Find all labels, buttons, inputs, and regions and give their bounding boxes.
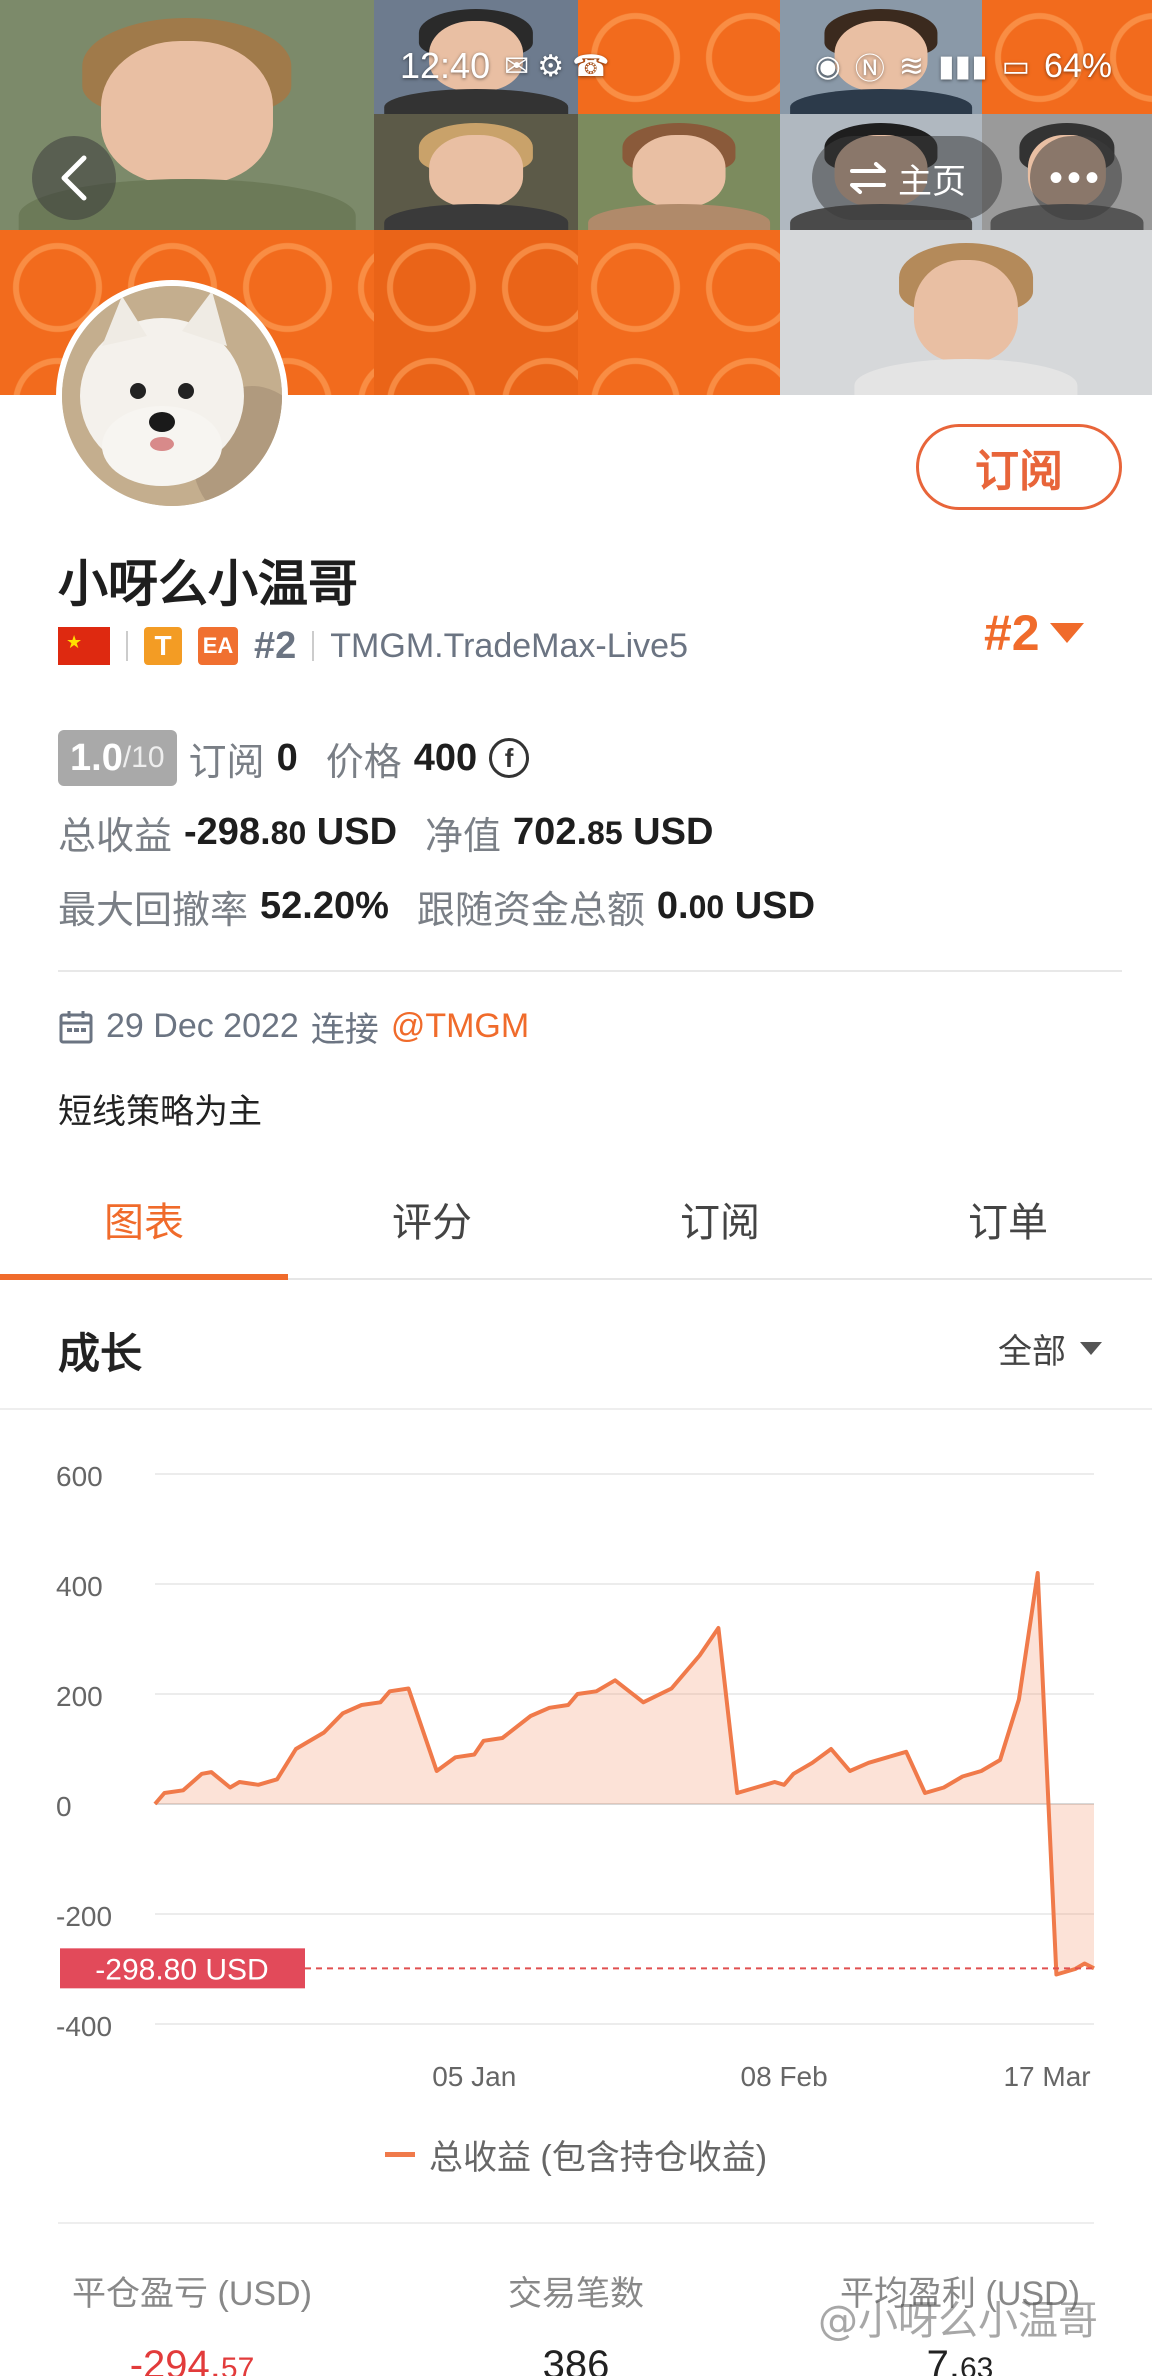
subscribe-button[interactable]: 订阅 bbox=[916, 424, 1122, 510]
price-label: 价格 bbox=[325, 741, 402, 784]
joined-text: 连接 bbox=[310, 1011, 379, 1049]
home-button-label: 主页 bbox=[898, 162, 966, 201]
x-tick-label: 05 Jan bbox=[432, 2061, 516, 2092]
score-badge: 1.0 /10 bbox=[58, 730, 177, 786]
profile-tags: ★ T EA #2 TMGM.TradeMax-Live5 bbox=[58, 618, 688, 674]
back-button[interactable] bbox=[32, 136, 116, 220]
y-tick-label: -200 bbox=[56, 1901, 112, 1932]
profile-name: 小呀么小温哥 bbox=[58, 556, 358, 612]
stats-panel: 1.0 /10 订阅 0 价格 400 f 总收益 -298.80 USD 净值… bbox=[58, 730, 1118, 952]
strategy-description: 短线策略为主 bbox=[58, 1093, 262, 1131]
subscribe-count: 0 bbox=[276, 736, 298, 779]
watermark: @小呀么小温哥 bbox=[818, 2298, 1098, 2344]
coin-icon: f bbox=[489, 738, 530, 778]
rank-value: #2 bbox=[984, 605, 1040, 661]
stat-value: -294.57 bbox=[129, 2343, 255, 2376]
growth-chart[interactable]: 600 400 200 0 -200 -400 05 Jan 08 Feb 17 Mar -298… bbox=[0, 1410, 1152, 2110]
drawdown-value: 52.20% bbox=[260, 884, 389, 927]
notification-icons: ✉⚙☎ bbox=[504, 49, 618, 83]
divider bbox=[126, 631, 128, 661]
stat-label: 平仓盈亏 (USD) bbox=[72, 2275, 312, 2313]
equity-label: 净值 bbox=[425, 815, 502, 858]
caret-down-icon bbox=[1049, 623, 1084, 643]
growth-section-header: 成长 全部 bbox=[0, 1282, 1152, 1410]
tab-rating[interactable]: 评分 bbox=[288, 1160, 576, 1278]
x-tick-label: 17 Mar bbox=[1003, 2061, 1090, 2092]
section-title: 成长 bbox=[58, 1330, 143, 1377]
divider bbox=[58, 970, 1122, 972]
joined-date: 29 Dec 2022 bbox=[106, 1007, 299, 1045]
legend-swatch bbox=[384, 2152, 415, 2157]
subscribe-count-label: 订阅 bbox=[188, 741, 265, 784]
tab-bar: 图表 评分 订阅 订单 bbox=[0, 1160, 1152, 1280]
y-tick-label: 400 bbox=[56, 1571, 103, 1602]
broker-link[interactable]: @TMGM bbox=[391, 1007, 529, 1046]
divider bbox=[58, 2222, 1094, 2224]
server-name: TMGM.TradeMax-Live5 bbox=[330, 626, 688, 665]
calendar-icon bbox=[59, 1010, 93, 1043]
rank-dropdown[interactable]: #2 bbox=[984, 604, 1084, 662]
cover-pattern bbox=[578, 230, 780, 395]
equity-value: 702.85 USD bbox=[513, 810, 714, 853]
china-flag-icon: ★ bbox=[58, 627, 110, 665]
joined-info: 29 Dec 2022 连接 @TMGM bbox=[58, 1002, 529, 1051]
total-profit-value: -298.80 USD bbox=[184, 810, 398, 853]
more-icon: ••• bbox=[1048, 155, 1103, 200]
x-tick-label: 08 Feb bbox=[741, 2061, 828, 2092]
follow-funds-value: 0.00 USD bbox=[656, 884, 816, 927]
battery-icon: ▭ bbox=[1001, 49, 1030, 83]
tab-subscription[interactable]: 订阅 bbox=[576, 1160, 864, 1278]
signal-icon: ▮▮▮ bbox=[938, 49, 988, 83]
score-value: 1.0 bbox=[70, 736, 123, 779]
dog-avatar-image bbox=[62, 286, 282, 506]
trade-count-stat: 交易笔数 386 bbox=[384, 2266, 768, 2376]
caret-down-icon bbox=[1080, 1342, 1102, 1355]
stat-label: 交易笔数 bbox=[508, 2275, 644, 2313]
rank-label: #2 bbox=[254, 624, 297, 667]
stat-value: 386 bbox=[542, 2343, 610, 2376]
score-max: /10 bbox=[122, 741, 165, 774]
avatar[interactable] bbox=[56, 280, 288, 512]
nfc-icon: Ⓝ bbox=[854, 53, 885, 86]
follow-funds-label: 跟随资金总额 bbox=[416, 889, 645, 932]
price-value: 400 bbox=[413, 736, 478, 779]
y-tick-label: -400 bbox=[56, 2011, 112, 2042]
status-bar: 12:40 ✉⚙☎ ◉ Ⓝ ≋ ▮▮▮ ▭ 64% bbox=[400, 44, 1112, 88]
total-profit-label: 总收益 bbox=[58, 815, 173, 858]
home-button[interactable]: 主页 bbox=[812, 136, 1002, 220]
range-select-value: 全部 bbox=[998, 1333, 1066, 1371]
closed-pnl-stat: 平仓盈亏 (USD) -294.57 bbox=[0, 2266, 384, 2376]
y-tick-label: 600 bbox=[56, 1461, 103, 1492]
tag-t-badge: T bbox=[144, 627, 182, 665]
stat-value: 7.63 bbox=[926, 2343, 994, 2376]
swap-icon bbox=[850, 162, 886, 194]
tab-orders[interactable]: 订单 bbox=[864, 1160, 1152, 1278]
status-time: 12:40 bbox=[400, 45, 491, 86]
more-button[interactable]: ••• bbox=[1030, 136, 1122, 220]
eye-icon: ◉ bbox=[814, 49, 841, 83]
wifi-icon: ≋ bbox=[898, 49, 925, 83]
cover-pattern bbox=[374, 230, 578, 395]
cover-photo bbox=[578, 114, 780, 230]
divider bbox=[312, 631, 315, 661]
legend-label: 总收益 (包含持仓收益) bbox=[428, 2139, 768, 2177]
current-value-label: -298.80 USD bbox=[95, 1953, 268, 1986]
chart-legend: 总收益 (包含持仓收益) bbox=[0, 2130, 1152, 2179]
cover-photo bbox=[780, 230, 1152, 395]
tag-ea-badge: EA bbox=[198, 627, 238, 665]
chevron-left-icon bbox=[61, 155, 87, 201]
battery-level: 64% bbox=[1043, 46, 1112, 85]
drawdown-label: 最大回撤率 bbox=[58, 889, 249, 932]
tab-chart[interactable]: 图表 bbox=[0, 1160, 288, 1280]
y-tick-label: 0 bbox=[56, 1791, 72, 1822]
y-tick-label: 200 bbox=[56, 1681, 103, 1712]
cover-photo bbox=[374, 114, 578, 230]
range-select[interactable]: 全部 bbox=[998, 1324, 1102, 1373]
